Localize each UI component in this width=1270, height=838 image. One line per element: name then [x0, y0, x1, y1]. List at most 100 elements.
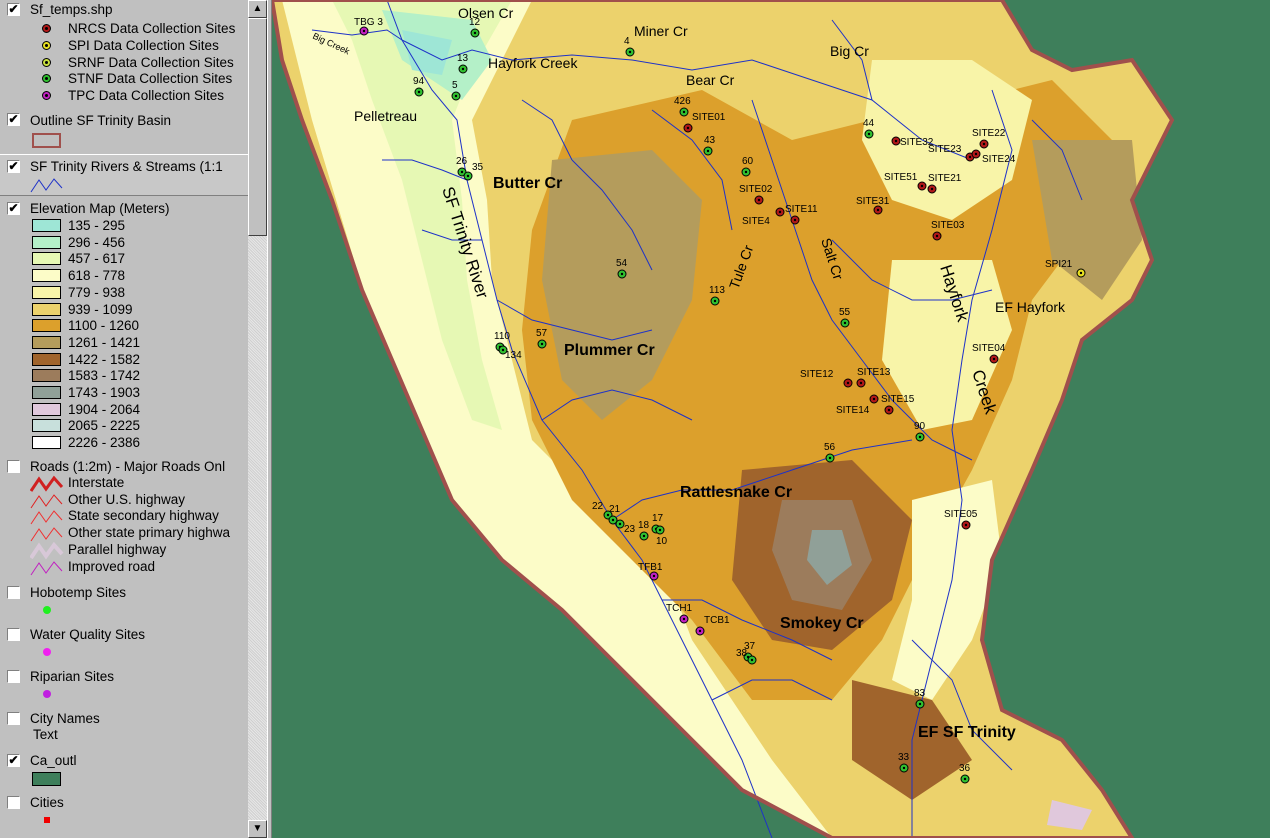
layer-riparian[interactable]: Riparian Sites: [0, 668, 248, 708]
layer-cities[interactable]: Cities: [0, 794, 248, 834]
layer-visibility-checkbox[interactable]: [7, 796, 20, 809]
elevation-class-label: 2065 - 2225: [68, 418, 141, 434]
layer-visibility-checkbox[interactable]: ✔: [7, 3, 20, 16]
layer-hobotemp[interactable]: Hobotemp Sites: [0, 584, 248, 624]
elevation-swatch: [32, 436, 61, 450]
place-label: EF Hayfork: [995, 299, 1066, 315]
layer-visibility-checkbox[interactable]: ✔: [7, 202, 20, 215]
site-marker-center: [982, 142, 986, 146]
elevation-class-label: 1261 - 1421: [68, 334, 141, 350]
layer-elevation[interactable]: ✔ Elevation Map (Meters) 135 - 295 296 - …: [0, 199, 248, 455]
layer-visibility-checkbox[interactable]: ✔: [7, 160, 20, 173]
site-marker[interactable]: 94: [413, 76, 425, 97]
layer-ca-outline[interactable]: ✔ Ca_outl: [0, 752, 248, 792]
site-label: 17: [652, 513, 664, 524]
layer-outline[interactable]: ✔ Outline SF Trinity Basin: [0, 110, 248, 154]
site-marker[interactable]: 57: [536, 328, 548, 349]
layer-name: Water Quality Sites: [30, 627, 146, 642]
layer-roads[interactable]: Roads (1:2m) - Major Roads Onl Interstat…: [0, 458, 248, 582]
road-legend-item: Other U.S. highway: [30, 492, 248, 508]
nrcs-site-symbol-icon: [42, 24, 51, 33]
polygon-fill-symbol-icon: [32, 772, 61, 786]
table-of-contents: ✔ Sf_temps.shp NRCS Data Collection Site…: [0, 0, 248, 838]
layer-name: City Names: [30, 711, 100, 726]
layer-sf-temps[interactable]: ✔ Sf_temps.shp NRCS Data Collection Site…: [0, 0, 248, 110]
site-marker-center: [918, 702, 922, 706]
site-marker[interactable]: 13: [457, 53, 469, 74]
map-canvas[interactable]: Olsen Cr Miner Cr Big Cr Hayfork Creek Bear …: [272, 0, 1270, 838]
road-line-symbol-icon: [30, 527, 63, 542]
toc-scrollbar[interactable]: ▲ ▼: [248, 0, 267, 838]
site-marker[interactable]: 12: [469, 17, 481, 38]
place-label: Rattlesnake Cr: [680, 484, 792, 501]
legend-item: NRCS Data Collection Sites: [30, 21, 248, 37]
site-marker-center: [417, 90, 421, 94]
site-marker[interactable]: 55: [839, 307, 851, 328]
riparian-site-symbol-icon: [43, 690, 51, 698]
site-label: SITE15: [881, 394, 915, 405]
layer-city-names[interactable]: City Names Text: [0, 710, 248, 750]
site-label: 54: [616, 258, 628, 269]
site-label: SITE22: [972, 128, 1006, 139]
elevation-class-label: 939 - 1099: [68, 301, 133, 317]
layer-visibility-checkbox[interactable]: [7, 712, 20, 725]
layer-visibility-checkbox[interactable]: [7, 460, 20, 473]
layer-visibility-checkbox[interactable]: [7, 628, 20, 641]
layer-visibility-checkbox[interactable]: ✔: [7, 113, 20, 126]
legend-label: TPC Data Collection Sites: [68, 88, 225, 103]
site-label: 94: [413, 76, 425, 87]
site-marker-center: [461, 67, 465, 71]
layer-visibility-checkbox[interactable]: [7, 586, 20, 599]
site-marker[interactable]: 44: [863, 118, 875, 139]
elevation-class-label: 1422 - 1582: [68, 351, 141, 367]
elevation-swatch: [32, 386, 61, 399]
site-marker[interactable]: 56: [824, 442, 836, 463]
scroll-up-arrow-icon[interactable]: ▲: [248, 0, 267, 18]
elevation-swatch: [32, 419, 61, 433]
elevation-class: 135 - 295: [30, 218, 248, 234]
layer-water-quality[interactable]: Water Quality Sites: [0, 626, 248, 666]
elevation-class: 779 - 938: [30, 285, 248, 301]
layer-visibility-checkbox[interactable]: [7, 670, 20, 683]
site-marker-center: [473, 31, 477, 35]
site-label: TBG 3: [354, 17, 383, 28]
scroll-thumb[interactable]: [248, 18, 267, 236]
site-marker-center: [872, 397, 876, 401]
elevation-class-label: 1743 - 1903: [68, 385, 141, 400]
layer-rivers[interactable]: ✔ SF Trinity Rivers & Streams (1:1: [0, 154, 248, 196]
site-marker[interactable]: 54: [616, 258, 628, 279]
map-view[interactable]: Olsen Cr Miner Cr Big Cr Hayfork Creek Bear …: [272, 0, 1270, 838]
site-marker[interactable]: 36: [959, 763, 971, 784]
site-marker[interactable]: 90: [914, 421, 926, 442]
site-marker-center: [611, 518, 615, 522]
road-legend-item: Improved road: [30, 559, 248, 575]
road-legend-item: State secondary highway: [30, 508, 248, 525]
elevation-class: 1743 - 1903: [30, 385, 248, 401]
site-label: 36: [959, 763, 971, 774]
site-marker-center: [750, 658, 754, 662]
site-marker-center: [682, 110, 686, 114]
layer-visibility-checkbox[interactable]: ✔: [7, 754, 20, 767]
place-label: Hayfork Creek: [488, 55, 578, 71]
road-legend-label: Other state primary highwa: [68, 525, 231, 541]
elevation-swatch: [32, 252, 61, 266]
site-label: 83: [914, 688, 926, 699]
site-label: 5: [452, 80, 458, 91]
road-line-symbol-icon: [30, 541, 64, 560]
elevation-class: 2226 - 2386: [30, 435, 248, 451]
road-line-symbol-icon: [30, 475, 64, 492]
site-marker[interactable]: 83: [914, 688, 926, 709]
site-marker[interactable]: 33: [898, 752, 910, 773]
site-marker[interactable]: 18: [638, 520, 650, 541]
legend-item: STNF Data Collection Sites: [30, 71, 248, 87]
site-label: 22: [592, 501, 604, 512]
tpc-site-symbol-icon: [42, 91, 51, 100]
scroll-down-arrow-icon[interactable]: ▼: [248, 820, 267, 838]
road-legend-label: Other U.S. highway: [68, 491, 186, 507]
road-legend-item: Interstate: [30, 475, 248, 492]
site-label: 110: [494, 331, 510, 342]
stream-line-symbol-icon: [30, 178, 63, 193]
elevation-swatch: [32, 285, 61, 299]
site-label: 38: [736, 648, 748, 659]
text-symbol-sample: Text: [33, 727, 58, 742]
